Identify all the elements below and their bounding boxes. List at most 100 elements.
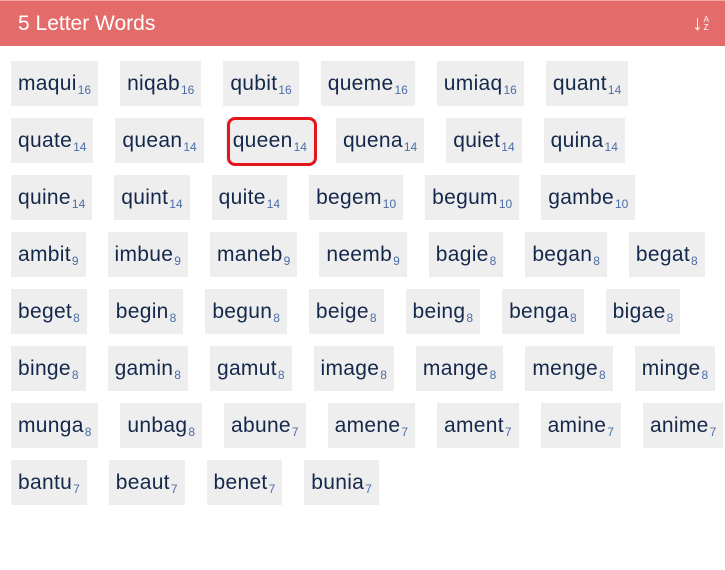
word-score: 14 xyxy=(73,139,87,154)
sort-az-letters: A Z xyxy=(703,14,709,32)
word-tile[interactable]: queme 16 xyxy=(320,61,415,106)
word-tile[interactable]: being 8 xyxy=(405,289,481,334)
word-tile[interactable]: quine 14 xyxy=(11,175,93,220)
word-score: 10 xyxy=(382,196,397,211)
word-text: ament xyxy=(444,413,504,437)
word-tile[interactable]: quean 14 xyxy=(115,118,204,163)
word-tile[interactable]: quate 14 xyxy=(11,118,94,163)
word-score: 7 xyxy=(73,481,80,496)
word-text: benet xyxy=(213,470,268,494)
word-score: 8 xyxy=(489,367,497,382)
word-tile[interactable]: umiaq 16 xyxy=(436,61,524,106)
word-tile[interactable]: maneb 9 xyxy=(209,232,298,277)
word-tile[interactable]: maqui 16 xyxy=(11,61,99,106)
word-tile[interactable]: beget 8 xyxy=(11,289,87,334)
word-score: 16 xyxy=(180,82,195,97)
word-tile[interactable]: ament 7 xyxy=(437,403,519,448)
word-score: 8 xyxy=(466,310,474,325)
word-text: binge xyxy=(18,356,71,380)
word-score: 16 xyxy=(394,82,408,97)
word-score: 8 xyxy=(380,367,387,382)
word-score: 10 xyxy=(498,196,513,211)
word-tile[interactable]: quint 14 xyxy=(114,175,190,220)
word-score: 8 xyxy=(666,310,674,325)
word-tile[interactable]: benga 8 xyxy=(502,289,584,334)
word-score: 8 xyxy=(701,367,709,382)
word-text: quite xyxy=(218,185,266,209)
word-tile[interactable]: quena 14 xyxy=(335,118,425,163)
word-text: niqab xyxy=(127,71,180,95)
word-tile[interactable]: bigae 8 xyxy=(605,289,681,334)
word-text: gamut xyxy=(216,356,277,380)
word-tile[interactable]: gamut 8 xyxy=(209,346,292,391)
word-tile[interactable]: quina 14 xyxy=(543,118,625,163)
word-text: minge xyxy=(641,356,701,380)
word-score: 8 xyxy=(169,310,177,325)
word-text: begat xyxy=(635,242,690,266)
word-tile[interactable]: queen 14 xyxy=(225,117,318,166)
word-text: beget xyxy=(18,299,73,323)
word-score: 8 xyxy=(273,310,280,325)
word-tile[interactable]: quite 14 xyxy=(211,175,288,220)
word-text: maqui xyxy=(18,71,77,95)
word-text: gambe xyxy=(548,185,614,209)
word-tile[interactable]: begum 10 xyxy=(425,175,520,220)
word-tile[interactable]: niqab 16 xyxy=(120,61,202,106)
word-text: quina xyxy=(550,128,604,152)
word-text: began xyxy=(532,242,593,266)
word-score: 7 xyxy=(291,424,299,439)
word-text: quine xyxy=(18,185,71,209)
word-tile[interactable]: begin 8 xyxy=(108,289,184,334)
word-tile[interactable]: gambe 10 xyxy=(541,175,636,220)
word-tile[interactable]: begem 10 xyxy=(309,175,404,220)
word-tile[interactable]: bunia 7 xyxy=(304,460,379,505)
word-tile[interactable]: ambit 9 xyxy=(11,232,86,277)
word-tile[interactable]: minge 8 xyxy=(634,346,716,391)
word-text: neemb xyxy=(326,242,393,266)
word-text: queen xyxy=(232,128,293,152)
word-text: quint xyxy=(121,185,169,209)
word-tile[interactable]: anime 7 xyxy=(642,403,724,448)
word-text: amene xyxy=(334,413,401,437)
word-tile[interactable]: begat 8 xyxy=(628,232,705,277)
word-text: image xyxy=(320,356,380,380)
word-tile[interactable]: beige 8 xyxy=(308,289,384,334)
word-score: 16 xyxy=(77,82,92,97)
word-text: being xyxy=(412,299,466,323)
word-tile[interactable]: benet 7 xyxy=(206,460,283,505)
word-text: bagie xyxy=(435,242,489,266)
word-tile[interactable]: unbag 8 xyxy=(120,403,202,448)
word-text: amine xyxy=(547,413,607,437)
sort-button[interactable]: ↓ A Z xyxy=(692,9,709,39)
word-score: 7 xyxy=(709,424,717,439)
word-tile[interactable]: menge 8 xyxy=(525,346,613,391)
word-tile[interactable]: beaut 7 xyxy=(108,460,185,505)
word-text: begin xyxy=(115,299,169,323)
word-tile[interactable]: amine 7 xyxy=(540,403,621,448)
word-tile[interactable]: began 8 xyxy=(525,232,607,277)
word-score: 9 xyxy=(393,253,400,268)
word-tile[interactable]: bagie 8 xyxy=(428,232,504,277)
word-tile[interactable]: quiet 14 xyxy=(446,118,522,163)
word-tile[interactable]: qubit 16 xyxy=(223,61,299,106)
word-tile[interactable]: begun 8 xyxy=(205,289,287,334)
word-tile[interactable]: neemb 9 xyxy=(319,232,407,277)
word-tile[interactable]: binge 8 xyxy=(11,346,86,391)
word-text: anime xyxy=(649,413,709,437)
word-tile[interactable]: mange 8 xyxy=(415,346,504,391)
word-tile[interactable]: abune 7 xyxy=(224,403,306,448)
word-tile[interactable]: imbue 9 xyxy=(107,232,188,277)
word-tile[interactable]: munga 8 xyxy=(11,403,99,448)
word-tile[interactable]: image 8 xyxy=(313,346,394,391)
word-text: quiet xyxy=(453,128,501,152)
word-text: munga xyxy=(18,413,84,437)
word-tile[interactable]: bantu 7 xyxy=(11,460,87,505)
word-score: 14 xyxy=(183,139,197,154)
word-text: bunia xyxy=(311,470,365,494)
word-tile[interactable]: gamin 8 xyxy=(107,346,188,391)
word-tile[interactable]: amene 7 xyxy=(327,403,415,448)
word-text: bantu xyxy=(18,470,73,494)
word-tile[interactable]: quant 14 xyxy=(545,61,629,106)
word-score: 14 xyxy=(403,139,418,154)
word-score: 8 xyxy=(277,367,285,382)
